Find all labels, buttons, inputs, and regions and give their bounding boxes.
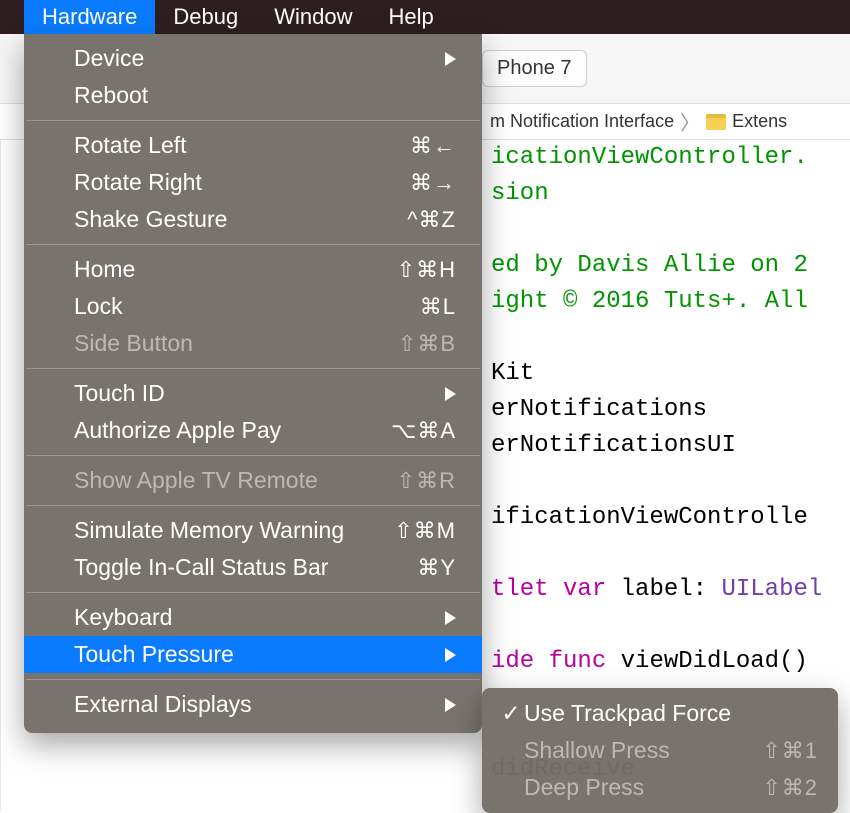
device-selector[interactable]: Phone 7 — [482, 50, 587, 87]
menu-shortcut: ^⌘Z — [407, 207, 456, 233]
menubar-item-debug[interactable]: Debug — [155, 0, 256, 34]
menu-item-label: Touch Pressure — [74, 641, 445, 668]
menu-item-label: Side Button — [74, 330, 398, 357]
menu-shortcut: ⌘→ — [410, 170, 456, 196]
menu-item-label: Authorize Apple Pay — [74, 417, 391, 444]
chevron-right-icon — [445, 698, 456, 712]
submenu-item-use-trackpad-force[interactable]: ✓Use Trackpad Force — [482, 695, 838, 732]
menu-shortcut: ⇧⌘H — [397, 257, 456, 283]
menu-item-label: Home — [74, 256, 397, 283]
menu-item-device[interactable]: Device — [24, 40, 482, 77]
menu-item-rotate-left[interactable]: Rotate Left⌘← — [24, 127, 482, 164]
menu-item-label: Simulate Memory Warning — [74, 517, 394, 544]
menubar-item-window[interactable]: Window — [256, 0, 370, 34]
menu-item-label: Shake Gesture — [74, 206, 407, 233]
menu-shortcut: ⌘← — [410, 133, 456, 159]
menu-separator — [26, 592, 480, 593]
submenu-item-shallow-press: Shallow Press⇧⌘1 — [482, 732, 838, 769]
menu-item-touch-id[interactable]: Touch ID — [24, 375, 482, 412]
menu-item-label: Touch ID — [74, 380, 445, 407]
crumb-part[interactable]: m Notification Interface — [490, 111, 674, 132]
menu-item-label: Rotate Right — [74, 169, 410, 196]
submenu-item-label: Shallow Press — [524, 737, 762, 764]
menu-item-side-button: Side Button⇧⌘B — [24, 325, 482, 362]
submenu-item-label: Deep Press — [524, 774, 762, 801]
menu-item-shake-gesture[interactable]: Shake Gesture^⌘Z — [24, 201, 482, 238]
touch-pressure-submenu: ✓Use Trackpad ForceShallow Press⇧⌘1Deep … — [482, 688, 838, 813]
menu-shortcut: ⇧⌘B — [398, 331, 456, 357]
menu-item-label: Toggle In-Call Status Bar — [74, 554, 417, 581]
menu-item-lock[interactable]: Lock⌘L — [24, 288, 482, 325]
menu-item-external-displays[interactable]: External Displays — [24, 686, 482, 723]
menu-item-label: Device — [74, 45, 445, 72]
menubar-item-help[interactable]: Help — [370, 0, 451, 34]
menu-separator — [26, 120, 480, 121]
chevron-right-icon — [445, 387, 456, 401]
menu-item-keyboard[interactable]: Keyboard — [24, 599, 482, 636]
folder-icon — [706, 114, 726, 130]
menu-shortcut: ⇧⌘M — [394, 518, 456, 544]
hardware-menu: DeviceRebootRotate Left⌘←Rotate Right⌘→S… — [24, 34, 482, 733]
chevron-right-icon: 〉 — [680, 107, 700, 136]
submenu-item-label: Use Trackpad Force — [524, 700, 818, 727]
menu-item-touch-pressure[interactable]: Touch Pressure — [24, 636, 482, 673]
menu-item-label: Lock — [74, 293, 420, 320]
menu-item-label: Show Apple TV Remote — [74, 467, 397, 494]
menu-item-simulate-memory-warning[interactable]: Simulate Memory Warning⇧⌘M — [24, 512, 482, 549]
menubar: Hardware Debug Window Help — [0, 0, 850, 34]
menu-item-reboot[interactable]: Reboot — [24, 77, 482, 114]
submenu-item-deep-press: Deep Press⇧⌘2 — [482, 769, 838, 806]
chevron-right-icon — [445, 52, 456, 66]
menu-shortcut: ⇧⌘1 — [762, 738, 818, 764]
menu-shortcut: ⌥⌘A — [391, 418, 456, 444]
menu-item-authorize-apple-pay[interactable]: Authorize Apple Pay⌥⌘A — [24, 412, 482, 449]
chevron-right-icon — [445, 648, 456, 662]
menubar-item-hardware[interactable]: Hardware — [24, 0, 155, 34]
menu-item-label: Rotate Left — [74, 132, 410, 159]
menu-separator — [26, 368, 480, 369]
menu-item-home[interactable]: Home⇧⌘H — [24, 251, 482, 288]
menu-item-show-apple-tv-remote: Show Apple TV Remote⇧⌘R — [24, 462, 482, 499]
menu-item-label: External Displays — [74, 691, 445, 718]
chevron-right-icon — [445, 611, 456, 625]
menu-item-rotate-right[interactable]: Rotate Right⌘→ — [24, 164, 482, 201]
menu-separator — [26, 455, 480, 456]
crumb-part[interactable]: Extens — [732, 111, 787, 132]
menu-shortcut: ⇧⌘R — [397, 468, 456, 494]
menu-separator — [26, 679, 480, 680]
menu-separator — [26, 505, 480, 506]
menu-shortcut: ⌘Y — [417, 555, 456, 581]
menu-item-label: Reboot — [74, 82, 456, 109]
menu-item-toggle-in-call-status-bar[interactable]: Toggle In-Call Status Bar⌘Y — [24, 549, 482, 586]
menu-shortcut: ⇧⌘2 — [762, 775, 818, 801]
menu-shortcut: ⌘L — [420, 294, 456, 320]
checkmark-icon: ✓ — [498, 700, 524, 727]
menu-separator — [26, 244, 480, 245]
menu-item-label: Keyboard — [74, 604, 445, 631]
